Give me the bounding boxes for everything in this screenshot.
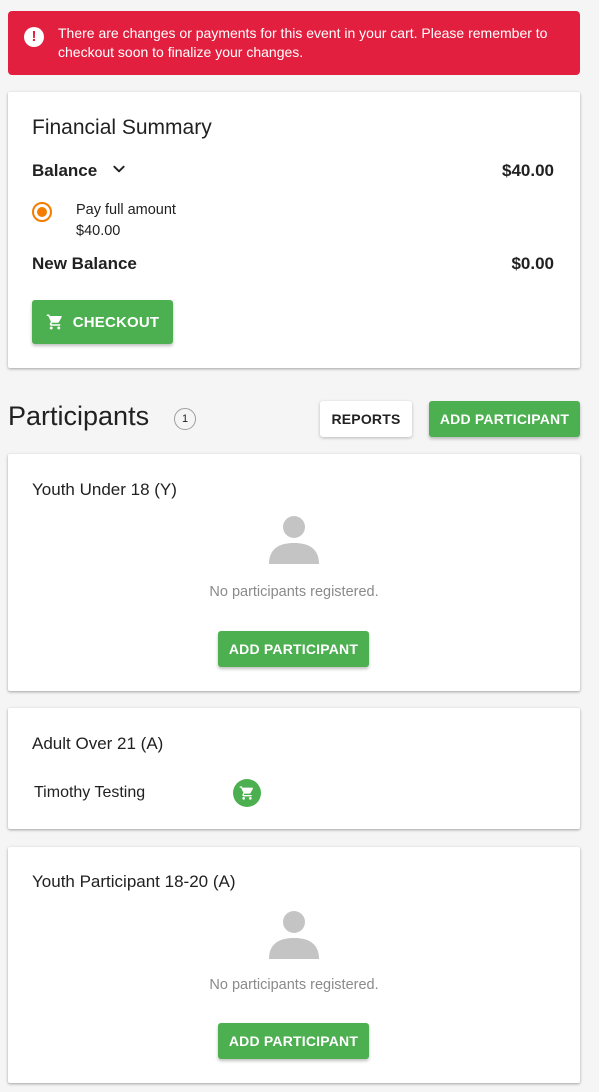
category-card-youth-18-20: Youth Participant 18-20 (A) No participa… <box>8 847 580 1083</box>
checkout-label: CHECKOUT <box>72 313 160 331</box>
checkout-button[interactable]: CHECKOUT <box>32 300 173 344</box>
new-balance-label: New Balance <box>32 254 137 273</box>
participant-count-badge: 1 <box>174 408 196 430</box>
pay-option-label: Pay full amount <box>76 202 176 218</box>
no-participants-text: No participants registered. <box>209 584 379 600</box>
category-card-adult-over-21: Adult Over 21 (A) Timothy Testing <box>8 708 580 829</box>
exclamation-icon: ! <box>24 27 44 47</box>
in-cart-badge[interactable] <box>233 779 261 807</box>
person-placeholder-icon <box>269 516 319 564</box>
add-participant-button[interactable]: ADD PARTICIPANT <box>429 401 580 437</box>
add-participant-label: ADD PARTICIPANT <box>228 1033 359 1049</box>
add-participant-youth-18-20-button[interactable]: ADD PARTICIPANT <box>218 1023 369 1059</box>
participants-title: Participants <box>8 401 150 431</box>
balance-amount: $40.00 <box>502 161 554 180</box>
balance-label: Balance <box>32 161 98 180</box>
category-card-youth-under-18: Youth Under 18 (Y) No participants regis… <box>8 454 580 691</box>
alert-message: There are changes or payments for this e… <box>58 25 548 60</box>
reports-label: REPORTS <box>331 411 401 427</box>
add-participant-label: ADD PARTICIPANT <box>439 411 570 427</box>
financial-summary-title: Financial Summary <box>32 116 212 139</box>
balance-toggle[interactable]: Balance <box>32 161 97 181</box>
financial-summary-card: Financial Summary Balance $40.00 Pay ful… <box>8 92 580 368</box>
reports-button[interactable]: REPORTS <box>320 401 412 437</box>
cart-alert-banner: ! There are changes or payments for this… <box>8 11 580 75</box>
cart-icon <box>46 314 62 330</box>
category-title: Youth Under 18 (Y) <box>32 480 177 499</box>
cart-icon <box>239 786 254 800</box>
pay-option-amount: $40.00 <box>76 223 121 239</box>
category-title: Adult Over 21 (A) <box>32 734 164 753</box>
add-participant-label: ADD PARTICIPANT <box>228 641 359 657</box>
person-placeholder-icon <box>269 911 319 959</box>
participant-name[interactable]: Timothy Testing <box>34 784 145 802</box>
no-participants-text: No participants registered. <box>209 977 379 993</box>
category-title: Youth Participant 18-20 (A) <box>32 872 236 891</box>
pay-full-amount-radio[interactable] <box>32 202 52 222</box>
add-participant-youth-button[interactable]: ADD PARTICIPANT <box>218 631 369 667</box>
chevron-down-icon[interactable] <box>112 162 126 176</box>
new-balance-amount: $0.00 <box>511 254 554 273</box>
